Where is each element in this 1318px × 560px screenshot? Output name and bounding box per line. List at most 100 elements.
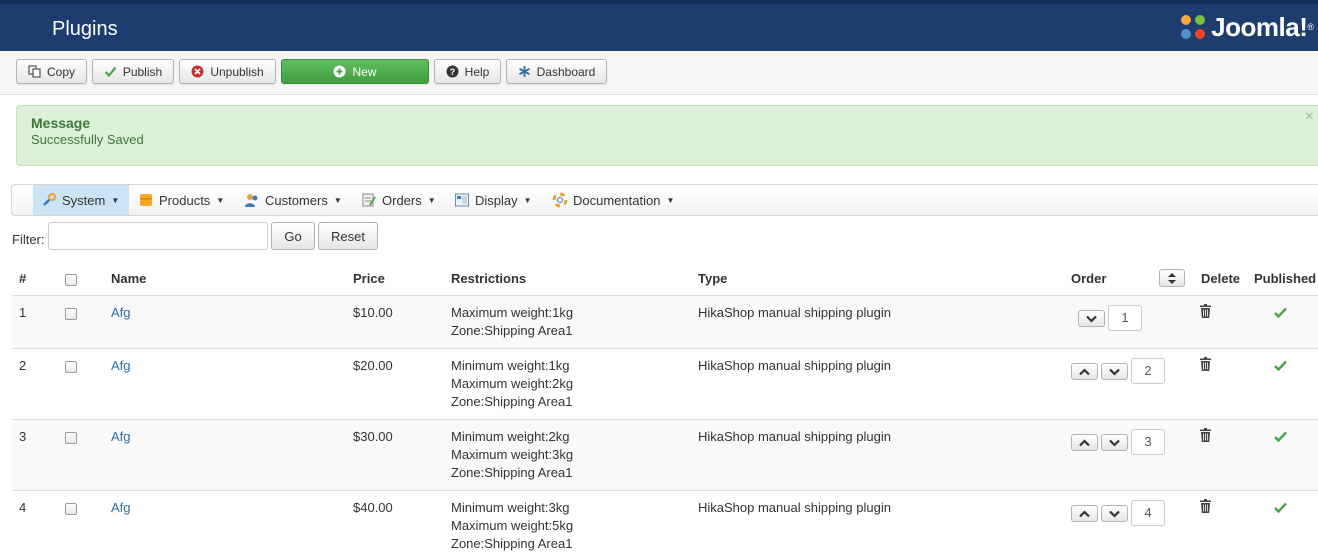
plugin-name-link[interactable]: Afg bbox=[111, 499, 131, 517]
delete-button[interactable] bbox=[1200, 357, 1211, 376]
joomla-logo-icon bbox=[1181, 15, 1206, 39]
delete-button[interactable] bbox=[1200, 428, 1211, 447]
logo-registered-mark: ® bbox=[1307, 22, 1314, 32]
copy-label: Copy bbox=[46, 64, 75, 79]
message-text: Successfully Saved bbox=[31, 132, 144, 147]
chevron-down-icon bbox=[1086, 315, 1097, 323]
order-up-button[interactable] bbox=[1071, 363, 1098, 380]
asterisk-icon bbox=[518, 66, 530, 77]
delete-button[interactable] bbox=[1200, 304, 1211, 323]
toolbar: Copy Publish Unpublish New ? Help Dashbo… bbox=[0, 51, 1318, 95]
new-label: New bbox=[352, 64, 377, 79]
column-header-order[interactable]: Order bbox=[1071, 271, 1106, 286]
trash-icon bbox=[1200, 357, 1211, 371]
published-toggle[interactable] bbox=[1274, 305, 1287, 323]
order-down-button[interactable] bbox=[1078, 310, 1105, 327]
go-button[interactable]: Go bbox=[271, 222, 315, 250]
restriction-line: Minimum weight:1kg bbox=[451, 358, 570, 373]
question-circle-icon: ? bbox=[446, 65, 459, 78]
restriction-line: Maximum weight:2kg bbox=[451, 376, 574, 391]
row-checkbox[interactable] bbox=[65, 503, 77, 515]
column-header-published[interactable]: Published bbox=[1254, 271, 1316, 286]
trash-icon bbox=[1200, 499, 1211, 513]
menu-item-system[interactable]: System ▼ bbox=[33, 185, 129, 215]
check-icon bbox=[1274, 431, 1287, 443]
new-button[interactable]: New bbox=[281, 59, 429, 84]
menu-item-label: System bbox=[62, 192, 106, 208]
plugin-name-link[interactable]: Afg bbox=[111, 357, 131, 375]
menu-item-label: Documentation bbox=[573, 192, 661, 208]
help-label: Help bbox=[464, 64, 490, 79]
chevron-down-icon bbox=[1109, 439, 1120, 447]
copy-button[interactable]: Copy bbox=[16, 59, 87, 84]
chevron-up-icon bbox=[1079, 367, 1090, 375]
order-input[interactable]: 4 bbox=[1131, 500, 1165, 526]
menu-item-label: Products bbox=[159, 192, 211, 208]
sort-icon bbox=[1168, 272, 1176, 284]
menu-item-documentation[interactable]: Documentation ▼ bbox=[544, 185, 682, 215]
menu-item-customers[interactable]: Customers ▼ bbox=[236, 185, 350, 215]
order-up-button[interactable] bbox=[1071, 434, 1098, 451]
menu-item-label: Orders bbox=[382, 192, 422, 208]
published-toggle[interactable] bbox=[1274, 429, 1287, 447]
check-icon bbox=[1274, 360, 1287, 372]
chevron-down-icon: ▼ bbox=[111, 195, 120, 205]
published-toggle[interactable] bbox=[1274, 358, 1287, 376]
unpublish-button[interactable]: Unpublish bbox=[179, 59, 276, 84]
check-icon bbox=[104, 66, 117, 78]
restriction-line: Minimum weight:3kg bbox=[451, 500, 570, 515]
select-all-checkbox[interactable] bbox=[65, 274, 77, 286]
order-input[interactable]: 2 bbox=[1131, 358, 1165, 384]
order-up-button[interactable] bbox=[1071, 505, 1098, 522]
delete-button[interactable] bbox=[1200, 499, 1211, 518]
order-down-button[interactable] bbox=[1101, 505, 1128, 522]
row-number: 4 bbox=[19, 500, 27, 515]
joomla-logo[interactable]: Joomla! ® bbox=[1177, 10, 1314, 44]
help-button[interactable]: ? Help bbox=[434, 59, 501, 84]
row-checkbox[interactable] bbox=[65, 432, 77, 444]
restriction-line: Maximum weight:3kg bbox=[451, 447, 574, 462]
menu-item-display[interactable]: Display ▼ bbox=[446, 185, 540, 215]
table-row: 3 Afg $30.00 Minimum weight:2kg Maximum … bbox=[12, 420, 1318, 491]
order-down-button[interactable] bbox=[1101, 363, 1128, 380]
column-header-restrictions: Restrictions bbox=[451, 271, 527, 286]
plugin-type: HikaShop manual shipping plugin bbox=[698, 429, 891, 444]
plugin-type: HikaShop manual shipping plugin bbox=[698, 500, 891, 515]
unpublish-label: Unpublish bbox=[210, 64, 264, 79]
row-checkbox[interactable] bbox=[65, 308, 77, 320]
box-icon bbox=[140, 194, 152, 206]
chevron-down-icon: ▼ bbox=[523, 195, 532, 205]
column-header-number: # bbox=[19, 271, 27, 286]
table-row: 1 Afg $10.00 Maximum weight:1kg Zone:Shi… bbox=[12, 296, 1318, 349]
check-icon bbox=[1274, 307, 1287, 319]
published-toggle[interactable] bbox=[1274, 500, 1287, 518]
chevron-up-icon bbox=[1079, 438, 1090, 446]
column-header-price[interactable]: Price bbox=[353, 271, 385, 286]
column-header-type[interactable]: Type bbox=[698, 271, 727, 286]
copy-icon bbox=[28, 65, 41, 78]
order-input[interactable]: 1 bbox=[1108, 305, 1142, 331]
price-value: $40.00 bbox=[353, 500, 393, 515]
order-down-button[interactable] bbox=[1101, 434, 1128, 451]
reset-button[interactable]: Reset bbox=[318, 222, 378, 250]
plugin-name-link[interactable]: Afg bbox=[111, 304, 131, 322]
column-header-name[interactable]: Name bbox=[111, 271, 146, 286]
orders-icon bbox=[362, 193, 376, 207]
column-header-delete: Delete bbox=[1201, 271, 1241, 286]
plugin-name-link[interactable]: Afg bbox=[111, 428, 131, 446]
menu-item-orders[interactable]: Orders ▼ bbox=[353, 185, 444, 215]
save-order-button[interactable] bbox=[1159, 269, 1185, 287]
chevron-up-icon bbox=[1079, 509, 1090, 517]
publish-button[interactable]: Publish bbox=[92, 59, 174, 84]
menu-item-products[interactable]: Products ▼ bbox=[130, 185, 232, 215]
order-input[interactable]: 3 bbox=[1131, 429, 1165, 455]
logo-text: Joomla! bbox=[1211, 11, 1308, 42]
dashboard-button[interactable]: Dashboard bbox=[506, 59, 607, 84]
price-value: $20.00 bbox=[353, 358, 393, 373]
display-icon bbox=[455, 193, 469, 207]
close-icon[interactable]: × bbox=[1305, 108, 1314, 126]
row-checkbox[interactable] bbox=[65, 361, 77, 373]
plugin-type: HikaShop manual shipping plugin bbox=[698, 305, 891, 320]
chevron-down-icon bbox=[1109, 368, 1120, 376]
filter-input[interactable] bbox=[48, 222, 268, 250]
